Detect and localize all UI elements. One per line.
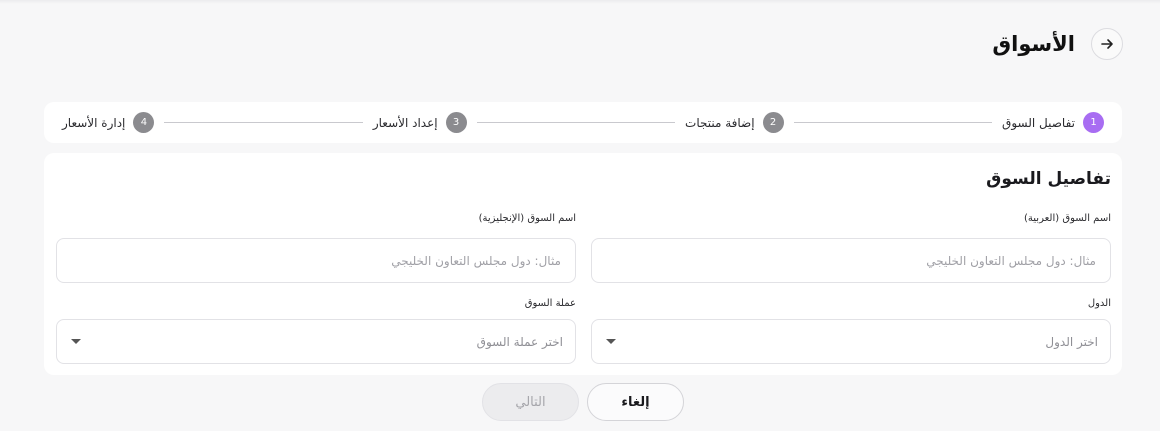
name-en-label: اسم السوق (الإنجليزية): [478, 213, 576, 224]
markets-page: الأسواق 1 تفاصيل السوق 2 إضافة منتجات 3 …: [0, 0, 1160, 431]
stepper: 1 تفاصيل السوق 2 إضافة منتجات 3 إعداد ال…: [44, 102, 1122, 143]
chevron-down-icon: [606, 339, 616, 344]
step-connector: [164, 122, 363, 123]
step-price-setup[interactable]: 3 إعداد الأسعار: [373, 112, 467, 133]
next-button[interactable]: التالي: [482, 383, 579, 421]
countries-select[interactable]: اختر الدول: [591, 319, 1111, 364]
step-label: إضافة منتجات: [685, 115, 755, 130]
back-button[interactable]: [1091, 28, 1123, 60]
currency-select[interactable]: اختر عملة السوق: [56, 319, 576, 364]
step-number: 4: [133, 112, 155, 133]
step-label: إدارة الأسعار: [62, 115, 126, 130]
step-market-details[interactable]: 1 تفاصيل السوق: [1002, 112, 1104, 133]
market-details-card: تفاصيل السوق اسم السوق (العربية) اسم الس…: [44, 153, 1122, 375]
chevron-down-icon: [71, 339, 81, 344]
step-number: 2: [762, 112, 784, 133]
step-connector: [793, 122, 993, 123]
step-label: تفاصيل السوق: [1002, 115, 1075, 130]
page-header: الأسواق: [992, 28, 1123, 60]
arrow-right-icon: [1101, 39, 1113, 49]
card-title: تفاصيل السوق: [986, 169, 1111, 189]
top-shadow: [0, 0, 1160, 4]
name-ar-input[interactable]: [591, 238, 1111, 283]
step-label: إعداد الأسعار: [372, 115, 438, 130]
name-ar-label: اسم السوق (العربية): [1024, 213, 1111, 224]
step-number: 3: [445, 112, 467, 133]
step-number: 1: [1083, 112, 1104, 133]
page-title: الأسواق: [992, 32, 1075, 56]
countries-placeholder: اختر الدول: [1045, 334, 1098, 349]
step-price-management[interactable]: 4 إدارة الأسعار: [62, 112, 155, 133]
currency-label: عملة السوق: [524, 298, 576, 309]
countries-label: الدول: [1087, 298, 1111, 309]
step-connector: [476, 122, 676, 123]
step-add-products[interactable]: 2 إضافة منتجات: [685, 112, 784, 133]
cancel-button[interactable]: إلغاء: [587, 383, 684, 421]
name-en-input[interactable]: [56, 238, 576, 283]
currency-placeholder: اختر عملة السوق: [476, 334, 563, 349]
